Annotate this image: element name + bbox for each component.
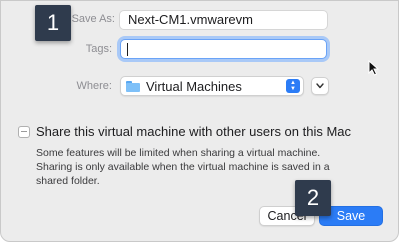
save-as-field[interactable]: Next-CM1.vmwarevm <box>119 10 328 30</box>
mouse-pointer-icon <box>368 60 380 76</box>
chevron-updown-icon: ▲ ▼ <box>286 79 300 93</box>
where-label: Where: <box>76 80 112 92</box>
share-checkbox[interactable] <box>18 126 30 138</box>
tags-label: Tags: <box>85 43 112 55</box>
tags-field[interactable] <box>120 39 327 59</box>
expand-button[interactable] <box>311 77 329 95</box>
callout-badge-2: 2 <box>295 180 331 216</box>
chevron-down-icon <box>316 83 324 89</box>
folder-icon <box>126 80 140 92</box>
share-note: Some features will be limited when shari… <box>36 147 330 187</box>
share-checkbox-label[interactable]: Share this virtual machine with other us… <box>36 124 351 139</box>
where-selected: Virtual Machines <box>146 78 242 94</box>
text-caret <box>127 43 128 56</box>
where-popup[interactable]: Virtual Machines ▲ ▼ <box>120 76 304 96</box>
save-dialog: Save As: Next-CM1.vmwarevm Tags: Where: … <box>0 0 399 242</box>
callout-badge-1: 1 <box>35 5 71 41</box>
